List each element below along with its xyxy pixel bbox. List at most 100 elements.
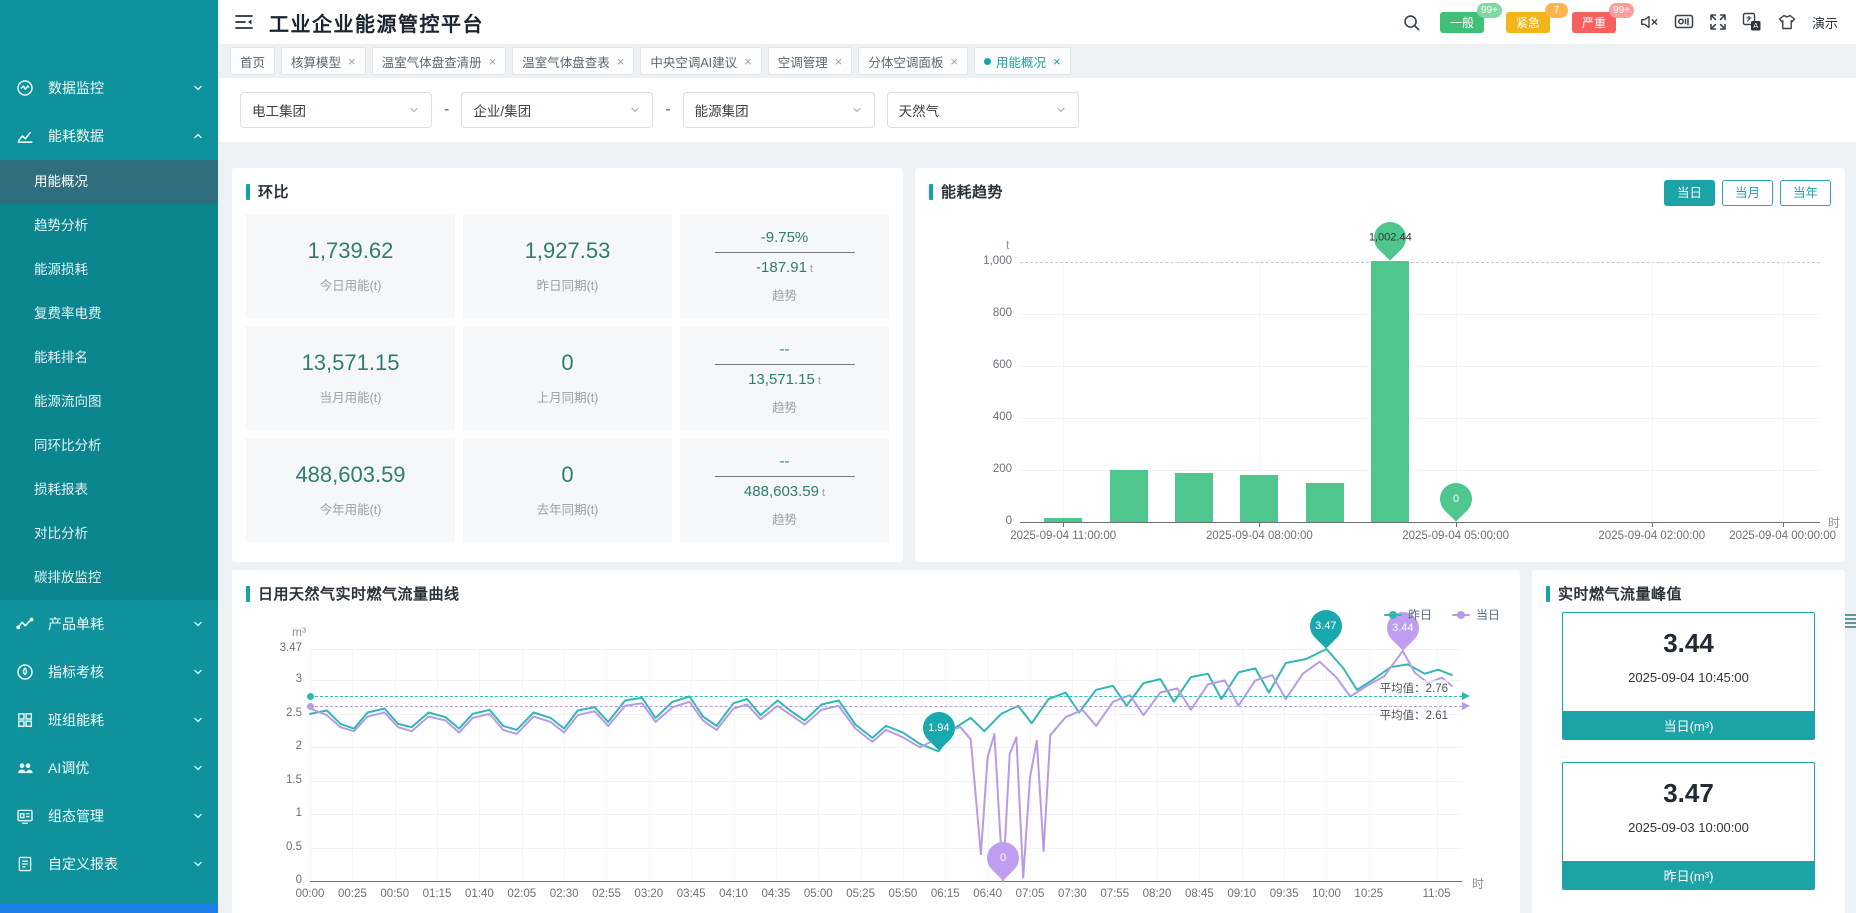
tab-空调管理[interactable]: 空调管理× <box>768 47 853 75</box>
sidebar-item-AI调优[interactable]: AI调优 <box>0 744 218 792</box>
x-axis-label: 01:40 <box>465 888 494 900</box>
sidebar-item-能耗数据[interactable]: 能耗数据 <box>0 112 218 160</box>
sidebar-subitem-损耗报表[interactable]: 损耗报表 <box>0 468 218 512</box>
tab-分体空调面板[interactable]: 分体空调面板× <box>858 47 968 75</box>
notification-badge-严重[interactable]: 严重99+ <box>1572 12 1616 33</box>
tab-温室气体盘查清册[interactable]: 温室气体盘查清册× <box>372 47 507 75</box>
sidebar-subitem-碳排放监控[interactable]: 碳排放监控 <box>0 556 218 600</box>
chevron-down-icon <box>192 666 204 678</box>
legend-item-当日[interactable]: 当日 <box>1452 606 1500 623</box>
close-icon[interactable]: × <box>1053 54 1061 69</box>
x-axis-label: 02:05 <box>507 888 536 900</box>
tab-用能概况[interactable]: 用能概况× <box>974 47 1071 75</box>
fullscreen-icon[interactable] <box>1709 13 1727 31</box>
notification-badge-一般[interactable]: 一般99+ <box>1440 12 1484 33</box>
sidebar-subitem-趋势分析[interactable]: 趋势分析 <box>0 204 218 248</box>
peak-card-2: 3.472025-09-03 10:00:00昨日(m³) <box>1562 762 1815 890</box>
translate-icon[interactable]: A <box>1742 12 1762 32</box>
theme-shirt-icon[interactable] <box>1777 13 1797 31</box>
x-axis-label: 06:40 <box>973 888 1002 900</box>
peak-timestamp: 2025-09-04 10:45:00 <box>1628 670 1749 685</box>
sidebar-item-label: 产品单耗 <box>48 614 104 634</box>
notification-badge-紧急[interactable]: 紧急7 <box>1506 12 1550 33</box>
list-toggle-icon[interactable] <box>1845 614 1856 616</box>
chevron-down-icon <box>1055 104 1067 116</box>
header-badges: 一般99+ 紧急7 严重99+ <box>1440 12 1616 33</box>
sidebar-item-组态管理[interactable]: 组态管理 <box>0 792 218 840</box>
app-root: 数据监控能耗数据用能概况趋势分析能源损耗复费率电费能耗排名能源流向图同环比分析损… <box>0 0 1856 913</box>
sidebar-item-指标考核[interactable]: 指标考核 <box>0 648 218 696</box>
range-button-当年[interactable]: 当年 <box>1780 180 1831 206</box>
badge-label: 紧急 <box>1516 14 1540 31</box>
x-axis-label: 03:45 <box>677 888 706 900</box>
trend-card: --488,603.59t趋势 <box>680 438 889 542</box>
sidebar-item-产品单耗[interactable]: 产品单耗 <box>0 600 218 648</box>
menu-fold-icon[interactable] <box>234 13 254 31</box>
panel-title-text: 能耗趋势 <box>941 181 1003 202</box>
sidebar-subitem-复费率电费[interactable]: 复费率电费 <box>0 292 218 336</box>
close-icon[interactable]: × <box>489 54 497 69</box>
filter-select-3[interactable]: 能源集团 <box>683 92 875 128</box>
tab-中央空调AI建议[interactable]: 中央空调AI建议× <box>640 47 761 75</box>
sidebar-subitem-用能概况[interactable]: 用能概况 <box>0 160 218 204</box>
close-icon[interactable]: × <box>744 54 752 69</box>
sidebar-item-label: 指标考核 <box>48 662 104 682</box>
grid-line-v <box>1652 262 1653 522</box>
panel-huanbi-title: 环比 <box>246 181 289 202</box>
range-button-当日[interactable]: 当日 <box>1664 180 1715 206</box>
grid-line-h <box>1020 314 1820 315</box>
x-axis-label: 11:05 <box>1423 888 1451 900</box>
sidebar-subitem-能源损耗[interactable]: 能源损耗 <box>0 248 218 292</box>
close-icon[interactable]: × <box>950 54 958 69</box>
title-accent-bar <box>246 184 250 200</box>
search-icon[interactable] <box>1402 13 1421 32</box>
demo-label[interactable]: 演示 <box>1812 13 1838 32</box>
stat-value: 1,927.53 <box>525 238 611 264</box>
filter-select-1[interactable]: 电工集团 <box>240 92 432 128</box>
tab-label: 核算模型 <box>291 52 341 71</box>
sidebar-item-班组能耗[interactable]: 班组能耗 <box>0 696 218 744</box>
filter-bar: 电工集团-企业/集团-能源集团天然气 <box>218 78 1856 142</box>
x-axis-label: 08:20 <box>1143 888 1172 900</box>
tab-核算模型[interactable]: 核算模型 × <box>281 47 366 75</box>
title-accent-bar <box>1546 586 1550 602</box>
sidebar-subitem-同环比分析[interactable]: 同环比分析 <box>0 424 218 468</box>
sidebar-subitem-能耗排名[interactable]: 能耗排名 <box>0 336 218 380</box>
stat-label: 昨日同期(t) <box>537 275 599 294</box>
legend-item-昨日[interactable]: 昨日 <box>1384 606 1432 623</box>
sidebar-footer-bar <box>0 903 218 913</box>
tab-温室气体盘查表[interactable]: 温室气体盘查表× <box>512 47 634 75</box>
x-axis-label: 10:25 <box>1354 888 1383 900</box>
filter-select-4[interactable]: 天然气 <box>887 92 1079 128</box>
legend-label: 昨日 <box>1408 606 1432 623</box>
badge-label: 严重 <box>1582 14 1606 31</box>
filter-select-2[interactable]: 企业/集团 <box>461 92 653 128</box>
sidebar-menu: 数据监控能耗数据用能概况趋势分析能源损耗复费率电费能耗排名能源流向图同环比分析损… <box>0 0 218 888</box>
tab-首页[interactable]: 首页 <box>230 47 275 75</box>
line-chart: 3.4732.521.510.5000:0000:2500:5001:1501:… <box>310 649 1462 882</box>
sidebar-item-自定义报表[interactable]: 自定义报表 <box>0 840 218 888</box>
x-axis-unit: 时 <box>1472 875 1484 892</box>
mute-icon[interactable] <box>1639 13 1659 31</box>
bar-6 <box>1371 261 1409 522</box>
close-icon[interactable]: × <box>617 54 625 69</box>
close-icon[interactable]: × <box>835 54 843 69</box>
sidebar-subitem-能源流向图[interactable]: 能源流向图 <box>0 380 218 424</box>
trend-unit: t <box>818 375 821 387</box>
badge-count: 99+ <box>1477 3 1502 18</box>
trend-bottom-value: 13,571.15t <box>748 371 821 388</box>
topbar: 工业企业能源管控平台 一般99+紧急7严重99+ A 演示 <box>218 0 1856 44</box>
chevron-down-icon <box>851 104 863 116</box>
sidebar-subitem-对比分析[interactable]: 对比分析 <box>0 512 218 556</box>
report-icon <box>15 854 35 874</box>
sidebar-item-数据监控[interactable]: 数据监控 <box>0 64 218 112</box>
y-axis-tick: 200 <box>968 463 1012 475</box>
badge-count: 7 <box>1545 3 1568 18</box>
close-icon[interactable]: × <box>348 54 356 69</box>
screen-record-icon[interactable] <box>1674 13 1694 31</box>
y-axis-tick: 3.47 <box>258 642 302 654</box>
x-axis-label: 07:05 <box>1016 888 1045 900</box>
x-axis-label: 09:35 <box>1270 888 1299 900</box>
range-button-当月[interactable]: 当月 <box>1722 180 1773 206</box>
sidebar-item-label: AI调优 <box>48 758 89 778</box>
